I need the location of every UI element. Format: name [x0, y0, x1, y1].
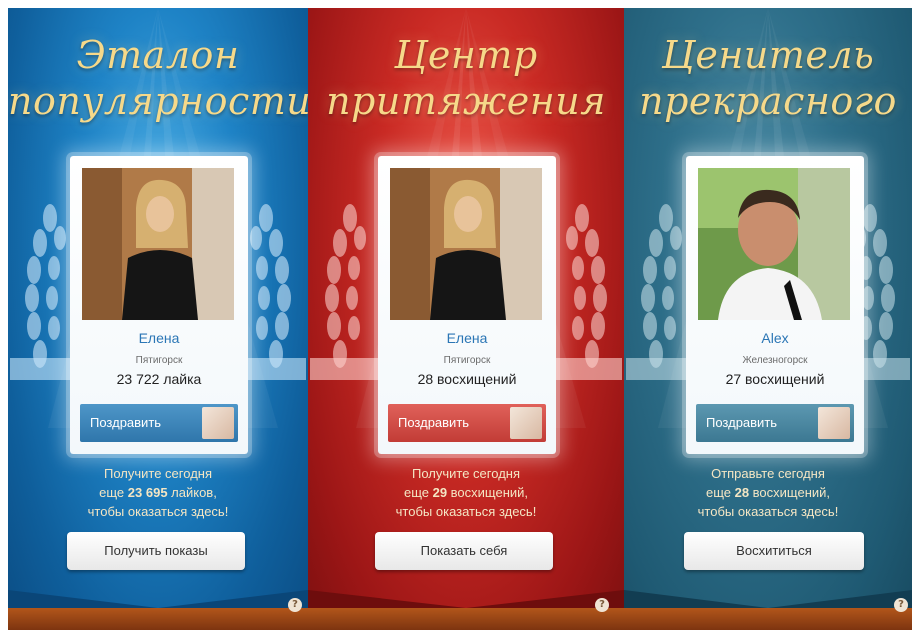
winner-photo[interactable] [390, 168, 542, 320]
promo-line2: еще 23 695 лайков, [8, 483, 308, 502]
promo-text: Получите сегодня еще 23 695 лайков, чтоб… [8, 464, 308, 521]
promo-line2-prefix: еще [403, 485, 433, 500]
help-icon[interactable]: ? [894, 598, 908, 612]
promo-line2-number: 29 [432, 485, 448, 500]
gift-thumbnail-icon [818, 407, 850, 439]
promo-text: Отправьте сегодня еще 28 восхищений, что… [624, 464, 912, 521]
promo-line1: Получите сегодня [104, 466, 212, 481]
promo-line2: еще 28 восхищений, [624, 483, 912, 502]
award-title: Ценитель прекрасного [624, 32, 912, 124]
help-icon[interactable]: ? [595, 598, 609, 612]
award-title-line1: Центр [394, 33, 538, 77]
congratulate-label: Поздравить [398, 415, 470, 430]
promo-text: Получите сегодня еще 29 восхищений, чтоб… [308, 464, 624, 521]
get-impressions-button[interactable]: Получить показы [67, 532, 245, 570]
wood-floor [308, 608, 624, 630]
winner-stat: 23 722 лайка [116, 371, 202, 387]
winner-name[interactable]: Alex [686, 330, 864, 346]
promo-line1: Получите сегодня [412, 466, 520, 481]
congratulate-button[interactable]: Поздравить [696, 404, 854, 442]
congratulate-button[interactable]: Поздравить [388, 404, 546, 442]
award-title-line1: Эталон [76, 33, 240, 77]
winner-city: Пятигорск [135, 355, 183, 366]
award-title-line2: притяжения [326, 79, 606, 123]
winner-card: Елена Пятигорск 23 722 лайка Поздравить [70, 156, 248, 454]
promo-line2-suffix: лайков, [167, 485, 217, 500]
award-panel-popularity: Эталон популярности Елена Пятигорск 23 7… [8, 8, 308, 630]
winner-photo-image [698, 168, 850, 320]
award-panels: Эталон популярности Елена Пятигорск 23 7… [0, 0, 912, 630]
laurel-wreath-icon [552, 204, 622, 380]
winner-city: Железногорск [742, 355, 808, 366]
promo-line2-prefix: еще [99, 485, 128, 500]
winner-card: Елена Пятигорск 28 восхищений Поздравить [378, 156, 556, 454]
award-title-line2: прекрасного [639, 79, 897, 123]
congratulate-label: Поздравить [706, 415, 778, 430]
wood-floor [624, 608, 912, 630]
help-icon[interactable]: ? [288, 598, 302, 612]
gift-thumbnail-icon [202, 407, 234, 439]
promo-line2: еще 29 восхищений, [308, 483, 624, 502]
winner-name[interactable]: Елена [378, 330, 556, 346]
gift-thumbnail-icon [510, 407, 542, 439]
promo-line3: чтобы оказаться здесь! [395, 504, 537, 519]
congratulate-button[interactable]: Поздравить [80, 404, 238, 442]
winner-city: Пятигорск [443, 355, 491, 366]
winner-photo-image [82, 168, 234, 320]
award-title: Центр притяжения [308, 32, 624, 124]
winner-stat: 28 восхищений [417, 371, 517, 387]
show-yourself-button[interactable]: Показать себя [375, 532, 553, 570]
promo-line2-prefix: еще [705, 485, 735, 500]
promo-line3: чтобы оказаться здесь! [87, 504, 229, 519]
promo-line1: Отправьте сегодня [711, 466, 825, 481]
winner-stat: 27 восхищений [725, 371, 825, 387]
award-panel-admirer: Ценитель прекрасного Alex Железногорск 2… [624, 8, 912, 630]
award-title-line1: Ценитель [661, 33, 875, 77]
winner-photo[interactable] [698, 168, 850, 320]
promo-line3: чтобы оказаться здесь! [697, 504, 839, 519]
promo-line2-suffix: восхищений, [447, 485, 529, 500]
admire-button[interactable]: Восхититься [684, 532, 864, 570]
congratulate-label: Поздравить [90, 415, 162, 430]
award-title: Эталон популярности [8, 32, 308, 124]
laurel-wreath-icon [310, 204, 380, 380]
winner-card: Alex Железногорск 27 восхищений Поздрави… [686, 156, 864, 454]
winner-photo[interactable] [82, 168, 234, 320]
award-title-line2: популярности [8, 79, 308, 123]
winner-photo-image [390, 168, 542, 320]
promo-line2-suffix: восхищений, [749, 485, 831, 500]
promo-line2-number: 28 [734, 485, 750, 500]
wood-floor [8, 608, 308, 630]
award-panel-attraction: Центр притяжения Елена Пятигорск 28 восх… [308, 8, 624, 630]
promo-line2-number: 23 695 [127, 485, 168, 500]
winner-name[interactable]: Елена [70, 330, 248, 346]
